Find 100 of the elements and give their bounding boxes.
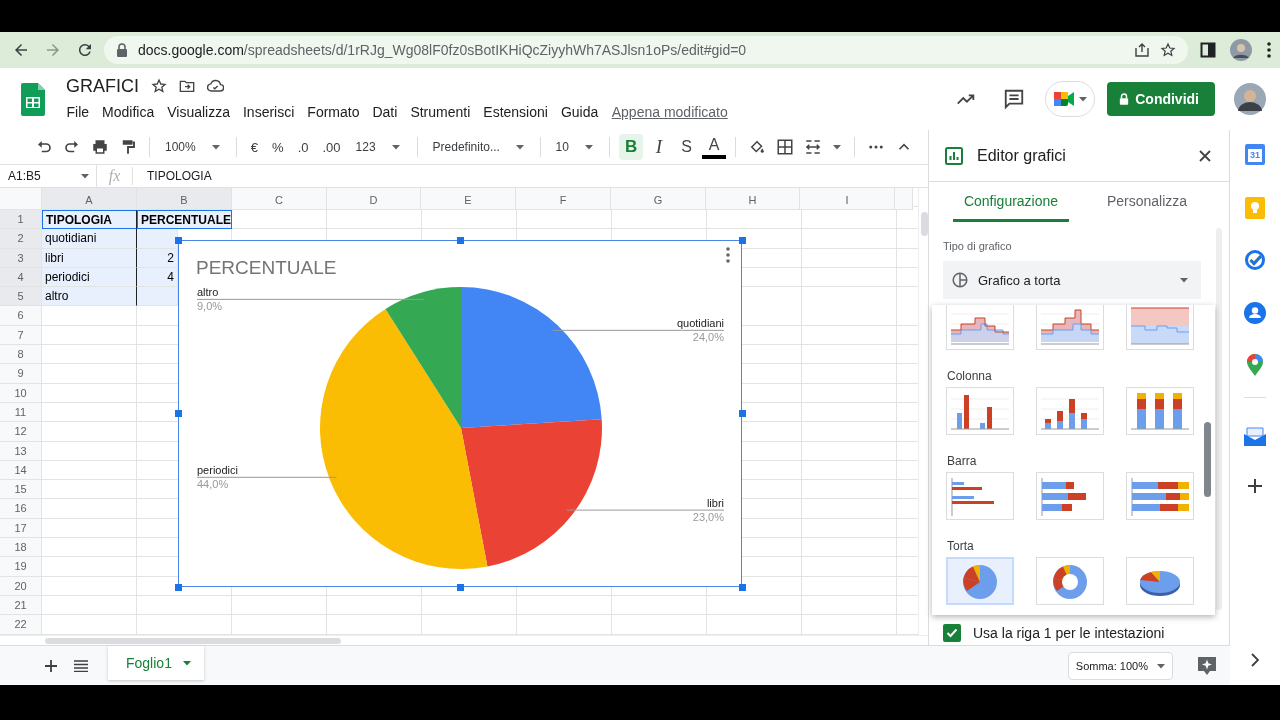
caret-icon[interactable] xyxy=(832,142,842,152)
merge-cells-icon[interactable] xyxy=(804,138,822,156)
sidebar-icon[interactable] xyxy=(1200,42,1216,58)
calendar-icon[interactable]: 31 xyxy=(1245,144,1265,165)
menu-item[interactable]: Dati xyxy=(365,102,404,122)
caret-icon[interactable] xyxy=(514,142,525,152)
close-icon[interactable] xyxy=(1199,149,1211,162)
table-cell[interactable]: altro xyxy=(42,287,137,307)
caret-icon[interactable] xyxy=(390,142,401,152)
caret-icon[interactable] xyxy=(80,171,90,181)
column-header[interactable]: D xyxy=(327,188,421,210)
row-header[interactable]: 2 xyxy=(0,229,42,249)
pie-slice[interactable] xyxy=(461,419,602,567)
meet-button[interactable] xyxy=(1045,81,1096,117)
chart-type-dropdown[interactable]: Grafico a torta xyxy=(943,261,1201,299)
row-header[interactable]: 22 xyxy=(0,615,42,635)
row-header[interactable]: 12 xyxy=(0,422,42,442)
avatar-icon[interactable] xyxy=(1230,39,1252,61)
pie-slice[interactable] xyxy=(385,287,461,428)
menu-item[interactable]: Modifica xyxy=(95,102,161,122)
chevron-right-icon[interactable] xyxy=(1250,653,1260,667)
checkbox[interactable] xyxy=(943,624,961,642)
row-header[interactable]: 15 xyxy=(0,480,42,500)
sheet-list-icon[interactable] xyxy=(74,659,88,672)
add-sheet-icon[interactable] xyxy=(44,658,58,673)
star-icon[interactable] xyxy=(1160,42,1176,58)
person-icon[interactable] xyxy=(1244,301,1266,324)
increase-decimals-button[interactable]: .00 xyxy=(315,136,348,158)
row-header[interactable]: 7 xyxy=(0,325,42,346)
row-header[interactable]: 1 xyxy=(0,210,42,230)
add-icon[interactable] xyxy=(1247,478,1263,494)
bold-button[interactable]: B xyxy=(619,134,643,160)
sheets-logo-icon[interactable] xyxy=(21,82,45,116)
last-edit-link[interactable]: Appena modificato xyxy=(611,104,728,120)
decrease-decimals-button[interactable]: .0 xyxy=(290,136,316,158)
table-cell[interactable]: periodici xyxy=(42,267,137,288)
caret-icon[interactable] xyxy=(1179,275,1189,285)
column-header[interactable]: G xyxy=(611,188,706,210)
chart-option[interactable] xyxy=(1036,305,1104,350)
row-header[interactable]: 19 xyxy=(0,557,42,577)
row-header[interactable]: 3 xyxy=(0,248,42,268)
italic-button[interactable]: I xyxy=(647,134,671,160)
reload-icon[interactable] xyxy=(76,41,94,59)
share-icon[interactable] xyxy=(1134,42,1150,58)
pie-slice[interactable] xyxy=(461,287,602,428)
column-header[interactable]: C xyxy=(232,188,327,210)
menu-item[interactable]: Formato xyxy=(300,102,366,122)
column-header[interactable]: H xyxy=(706,188,800,210)
print-icon[interactable] xyxy=(91,138,109,156)
table-cell[interactable]: libri xyxy=(42,248,137,268)
name-box[interactable]: A1:B5 xyxy=(0,165,97,187)
chart-option[interactable] xyxy=(946,557,1014,605)
caret-icon[interactable] xyxy=(210,142,221,152)
row-header[interactable]: 8 xyxy=(0,345,42,365)
menu-item[interactable]: Visualizza xyxy=(160,102,237,122)
sheet-tab[interactable]: Foglio1 xyxy=(108,646,204,680)
row-header[interactable]: 5 xyxy=(0,287,42,307)
pie-slice[interactable] xyxy=(320,308,488,569)
fill-color-icon[interactable] xyxy=(748,138,766,156)
number-format-dropdown[interactable]: 123 xyxy=(347,137,410,157)
document-title[interactable]: GRAFICI xyxy=(66,75,139,97)
row-header[interactable]: 21 xyxy=(0,595,42,616)
menu-item[interactable]: File xyxy=(60,102,96,122)
check-circle-icon[interactable] xyxy=(1244,249,1266,271)
star-icon[interactable] xyxy=(151,78,167,94)
menu-item[interactable]: Strumenti xyxy=(403,102,477,122)
resize-handle[interactable] xyxy=(738,410,746,417)
cloud-icon[interactable] xyxy=(207,79,224,93)
row-header[interactable]: 18 xyxy=(0,538,42,558)
percent-button[interactable]: % xyxy=(265,136,291,158)
more-icon[interactable] xyxy=(726,247,730,263)
table-cell[interactable]: TIPOLOGIA xyxy=(42,210,137,230)
menu-item[interactable]: Guida xyxy=(554,102,605,122)
row-header[interactable]: 16 xyxy=(0,499,42,519)
share-button[interactable]: Condividi xyxy=(1107,82,1215,116)
scrollbar[interactable] xyxy=(1216,228,1222,610)
chart-option[interactable] xyxy=(1126,557,1194,605)
caret-icon[interactable] xyxy=(1077,94,1088,104)
column-header[interactable]: F xyxy=(516,188,611,210)
tab[interactable]: Personalizza xyxy=(1089,182,1205,222)
resize-handle[interactable] xyxy=(738,236,746,244)
chart-option[interactable] xyxy=(1126,472,1194,520)
currency-button[interactable]: € xyxy=(243,136,266,158)
resize-handle[interactable] xyxy=(738,583,746,591)
folder-move-icon[interactable] xyxy=(179,78,195,94)
resize-handle[interactable] xyxy=(174,583,182,591)
color-button[interactable]: A xyxy=(702,135,727,159)
row-header[interactable]: 14 xyxy=(0,460,42,481)
table-cell[interactable]: quotidiani xyxy=(42,229,137,249)
chart-option[interactable] xyxy=(1036,387,1104,435)
zoom-dropdown[interactable]: 100% xyxy=(157,137,229,157)
row-header[interactable]: 11 xyxy=(0,402,42,423)
explore-icon[interactable] xyxy=(1197,655,1217,676)
table-cell[interactable] xyxy=(137,287,178,307)
chart-option[interactable] xyxy=(1126,387,1194,435)
strike-button[interactable]: S xyxy=(674,134,699,160)
column-header[interactable]: A xyxy=(42,188,137,210)
comment-icon[interactable] xyxy=(1003,88,1026,110)
borders-icon[interactable] xyxy=(776,138,794,156)
row-header[interactable]: 13 xyxy=(0,441,42,461)
